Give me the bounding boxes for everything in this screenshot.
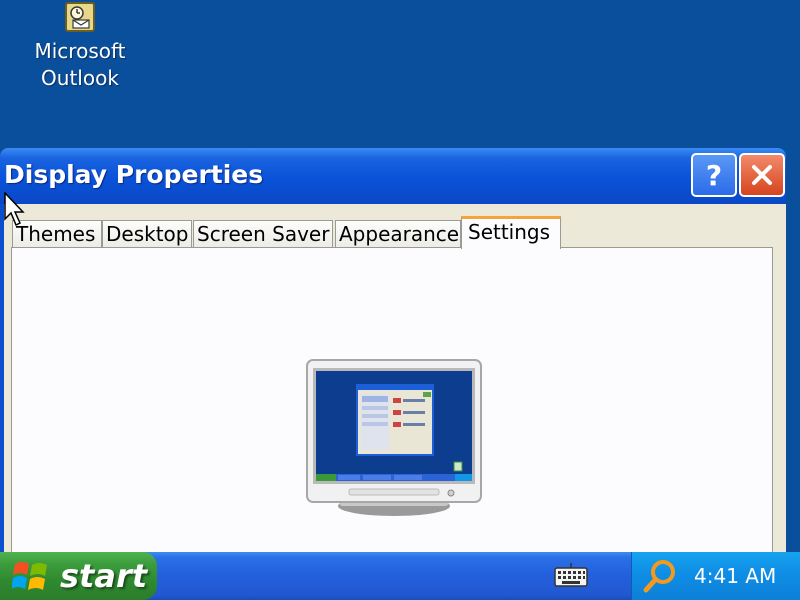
window-title: Display Properties	[4, 160, 264, 189]
keyboard-icon[interactable]	[554, 563, 588, 587]
system-tray: 4:41 AM	[631, 552, 800, 600]
windows-logo-icon	[12, 562, 47, 590]
settings-panel	[11, 247, 773, 558]
window-client-area: Themes Desktop Screen Saver Appearance S…	[4, 204, 786, 558]
taskbar: start 4:41 AM	[0, 552, 800, 600]
tab-settings[interactable]: Settings	[461, 216, 561, 249]
tab-appearance[interactable]: Appearance	[335, 220, 461, 248]
close-icon	[752, 165, 772, 185]
tab-desktop[interactable]: Desktop	[102, 220, 192, 248]
start-button[interactable]: start	[0, 552, 157, 600]
clock[interactable]: 4:41 AM	[694, 564, 776, 588]
help-icon: ?	[705, 158, 723, 192]
mouse-cursor-icon	[4, 192, 25, 227]
help-button[interactable]: ?	[691, 153, 737, 197]
desktop-icon-label: Microsoft Outlook	[34, 39, 126, 90]
start-label: start	[60, 557, 148, 595]
search-icon[interactable]	[642, 558, 678, 594]
tab-screen-saver[interactable]: Screen Saver	[193, 220, 333, 248]
desktop-icon-microsoft-outlook[interactable]: Microsoft Outlook	[20, 2, 140, 92]
title-bar[interactable]: Display Properties ?	[0, 148, 786, 204]
close-button[interactable]	[739, 153, 785, 197]
display-properties-window: Display Properties ? Themes Desktop Scre…	[0, 148, 786, 558]
monitor-preview-icon	[306, 359, 482, 516]
outlook-icon	[65, 2, 95, 32]
